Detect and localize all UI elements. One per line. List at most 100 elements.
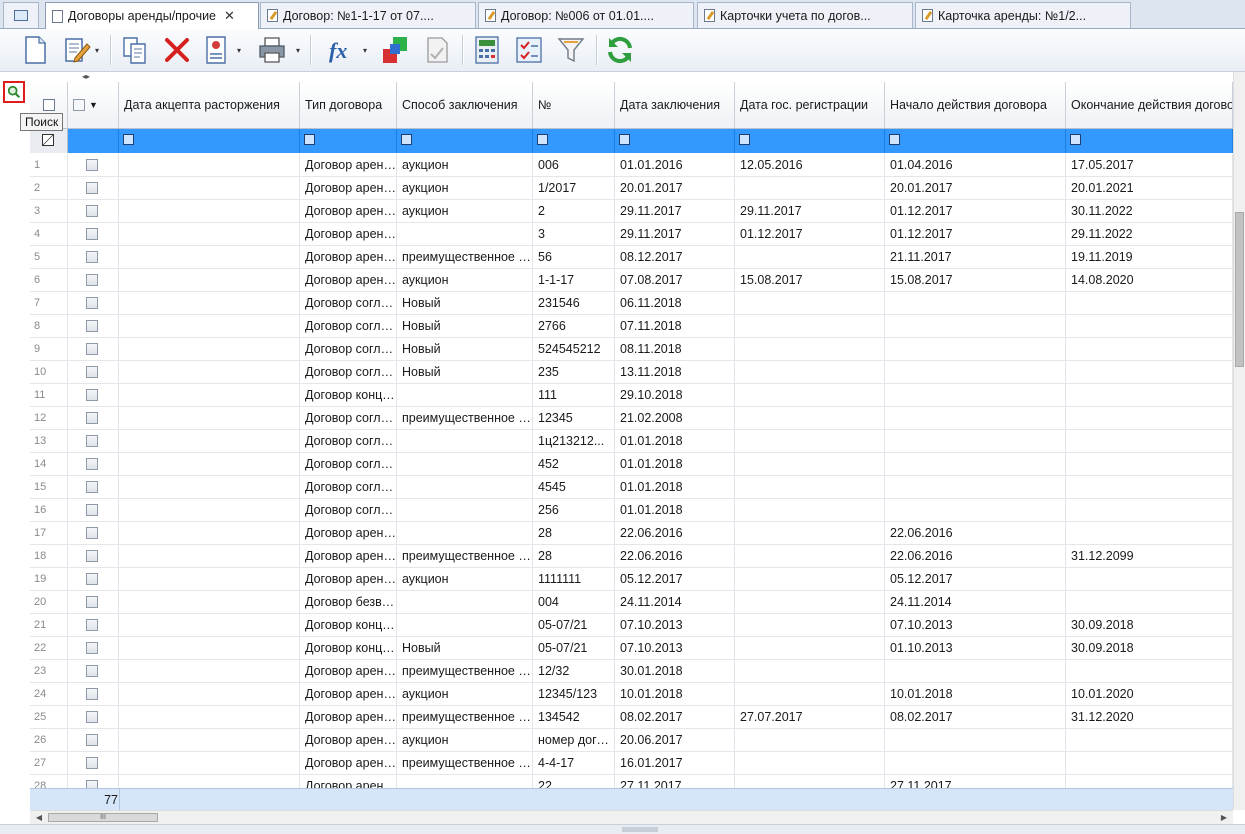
cell-acceptance-date[interactable] [119,246,300,268]
cell-number[interactable]: 256 [533,499,615,521]
column-header-conclusion-date[interactable]: Дата заключения [615,82,735,128]
cell-registration-date[interactable]: 15.08.2017 [735,269,885,291]
cell-number[interactable]: 12345/123 [533,683,615,705]
cell-number[interactable]: 1-1-17 [533,269,615,291]
row-checkbox[interactable] [86,504,98,516]
cell-start-date[interactable] [885,453,1066,475]
cell-number[interactable]: 452 [533,453,615,475]
cell-number[interactable]: 12345 [533,407,615,429]
cell-end-date[interactable] [1066,729,1233,751]
row-checkbox[interactable] [86,274,98,286]
cell-contract-type[interactable]: Договор аренды [300,775,397,788]
filter-acceptance-date[interactable] [119,129,300,153]
new-document-button[interactable] [18,33,52,67]
cell-acceptance-date[interactable] [119,315,300,337]
vertical-scroll-thumb[interactable] [1235,212,1244,367]
cell-number[interactable]: 1/2017 [533,177,615,199]
cell-conclusion-method[interactable]: аукцион [397,568,533,590]
cell-start-date[interactable]: 24.11.2014 [885,591,1066,613]
cell-conclusion-method[interactable]: аукцион [397,154,533,176]
cell-registration-date[interactable] [735,315,885,337]
table-row[interactable]: 21Договор концессии05-07/2107.10.201307.… [30,614,1233,637]
cell-acceptance-date[interactable] [119,200,300,222]
cell-contract-type[interactable]: Договор соглашения [300,407,397,429]
filter-contract-type[interactable] [300,129,397,153]
cell-conclusion-date[interactable]: 07.11.2018 [615,315,735,337]
select-all-checkbox[interactable] [73,99,85,111]
print-button[interactable] [255,33,289,67]
table-row[interactable]: 6 Договор аренды аукцион 1-1-17 07.08.2017 15… [30,269,1233,292]
card-button[interactable] [200,33,234,67]
cell-start-date[interactable] [885,361,1066,383]
cell-end-date[interactable]: 17.05.2017 [1066,154,1233,176]
cell-contract-type[interactable]: Договор соглашения [300,499,397,521]
cell-registration-date[interactable] [735,614,885,636]
cell-contract-type[interactable]: Договор аренды [300,177,397,199]
cell-acceptance-date[interactable] [119,545,300,567]
cell-registration-date[interactable] [735,729,885,751]
cell-registration-date[interactable] [735,568,885,590]
vertical-scrollbar[interactable] [1233,72,1245,810]
cell-registration-date[interactable]: 01.12.2017 [735,223,885,245]
table-row[interactable]: 4 Договор аренды 3 29.11.2017 01.12.2017 01.1… [30,223,1233,246]
cell-conclusion-method[interactable] [397,499,533,521]
cell-end-date[interactable] [1066,315,1233,337]
cell-conclusion-date[interactable]: 24.11.2014 [615,591,735,613]
row-checkbox[interactable] [86,550,98,562]
cell-start-date[interactable] [885,660,1066,682]
cell-conclusion-date[interactable]: 27.11.2017 [615,775,735,788]
row-checkbox[interactable] [86,573,98,585]
cell-acceptance-date[interactable] [119,338,300,360]
cell-conclusion-method[interactable]: преимущественное право [397,545,533,567]
cell-end-date[interactable] [1066,660,1233,682]
cell-conclusion-date[interactable]: 01.01.2018 [615,453,735,475]
column-header-conclusion-method[interactable]: Способ заключения [397,82,533,128]
row-checkbox[interactable] [86,527,98,539]
cell-start-date[interactable]: 01.04.2016 [885,154,1066,176]
cell-contract-type[interactable]: Договор соглашения [300,292,397,314]
table-row[interactable]: 28 Договор аренды 22 27.11.2017 27.11.2017 [30,775,1233,788]
cell-acceptance-date[interactable] [119,499,300,521]
cell-end-date[interactable] [1066,752,1233,774]
table-row[interactable]: 25 Договор арендыпреимущественное право13… [30,706,1233,729]
cell-start-date[interactable]: 05.12.2017 [885,568,1066,590]
cell-end-date[interactable] [1066,292,1233,314]
cell-conclusion-method[interactable]: аукцион [397,269,533,291]
cell-conclusion-date[interactable]: 07.10.2013 [615,614,735,636]
close-tab-icon[interactable]: ✕ [224,8,235,24]
cell-conclusion-method[interactable] [397,775,533,788]
cell-end-date[interactable]: 30.11.2022 [1066,200,1233,222]
cell-start-date[interactable]: 01.12.2017 [885,200,1066,222]
filter-start-date[interactable] [885,129,1066,153]
cell-conclusion-method[interactable]: преимущественное право [397,246,533,268]
cell-number[interactable]: 05-07/21 [533,637,615,659]
cell-contract-type[interactable]: Договор аренды [300,246,397,268]
cell-contract-type[interactable]: Договор аренды [300,545,397,567]
cell-conclusion-date[interactable]: 16.01.2017 [615,752,735,774]
cell-end-date[interactable] [1066,430,1233,452]
row-checkbox[interactable] [86,159,98,171]
filter-end-date[interactable] [1066,129,1233,153]
row-checkbox[interactable] [86,458,98,470]
cell-end-date[interactable] [1066,361,1233,383]
cell-contract-type[interactable]: Договор соглашения [300,430,397,452]
select-all-column[interactable]: ▼ [68,82,119,128]
cell-registration-date[interactable] [735,292,885,314]
cell-end-date[interactable] [1066,522,1233,544]
cell-conclusion-date[interactable]: 07.10.2013 [615,637,735,659]
cell-registration-date[interactable] [735,338,885,360]
row-checkbox[interactable] [86,619,98,631]
cell-contract-type[interactable]: Договор аренды [300,200,397,222]
row-checkbox[interactable] [86,182,98,194]
cell-conclusion-method[interactable] [397,223,533,245]
cell-acceptance-date[interactable] [119,361,300,383]
table-row[interactable]: 2 Договор аренды аукцион 1/2017 20.01.2017 20… [30,177,1233,200]
cell-start-date[interactable]: 27.11.2017 [885,775,1066,788]
cell-contract-type[interactable]: Договор соглашения [300,338,397,360]
row-checkbox[interactable] [86,780,98,788]
horizontal-scrollbar[interactable]: ◀ III ▶ [30,810,1233,824]
cell-number[interactable]: 2 [533,200,615,222]
cell-conclusion-method[interactable]: Новый [397,361,533,383]
filter-number[interactable] [533,129,615,153]
table-row[interactable]: 27 Договор арендыпреимущественное право4-… [30,752,1233,775]
